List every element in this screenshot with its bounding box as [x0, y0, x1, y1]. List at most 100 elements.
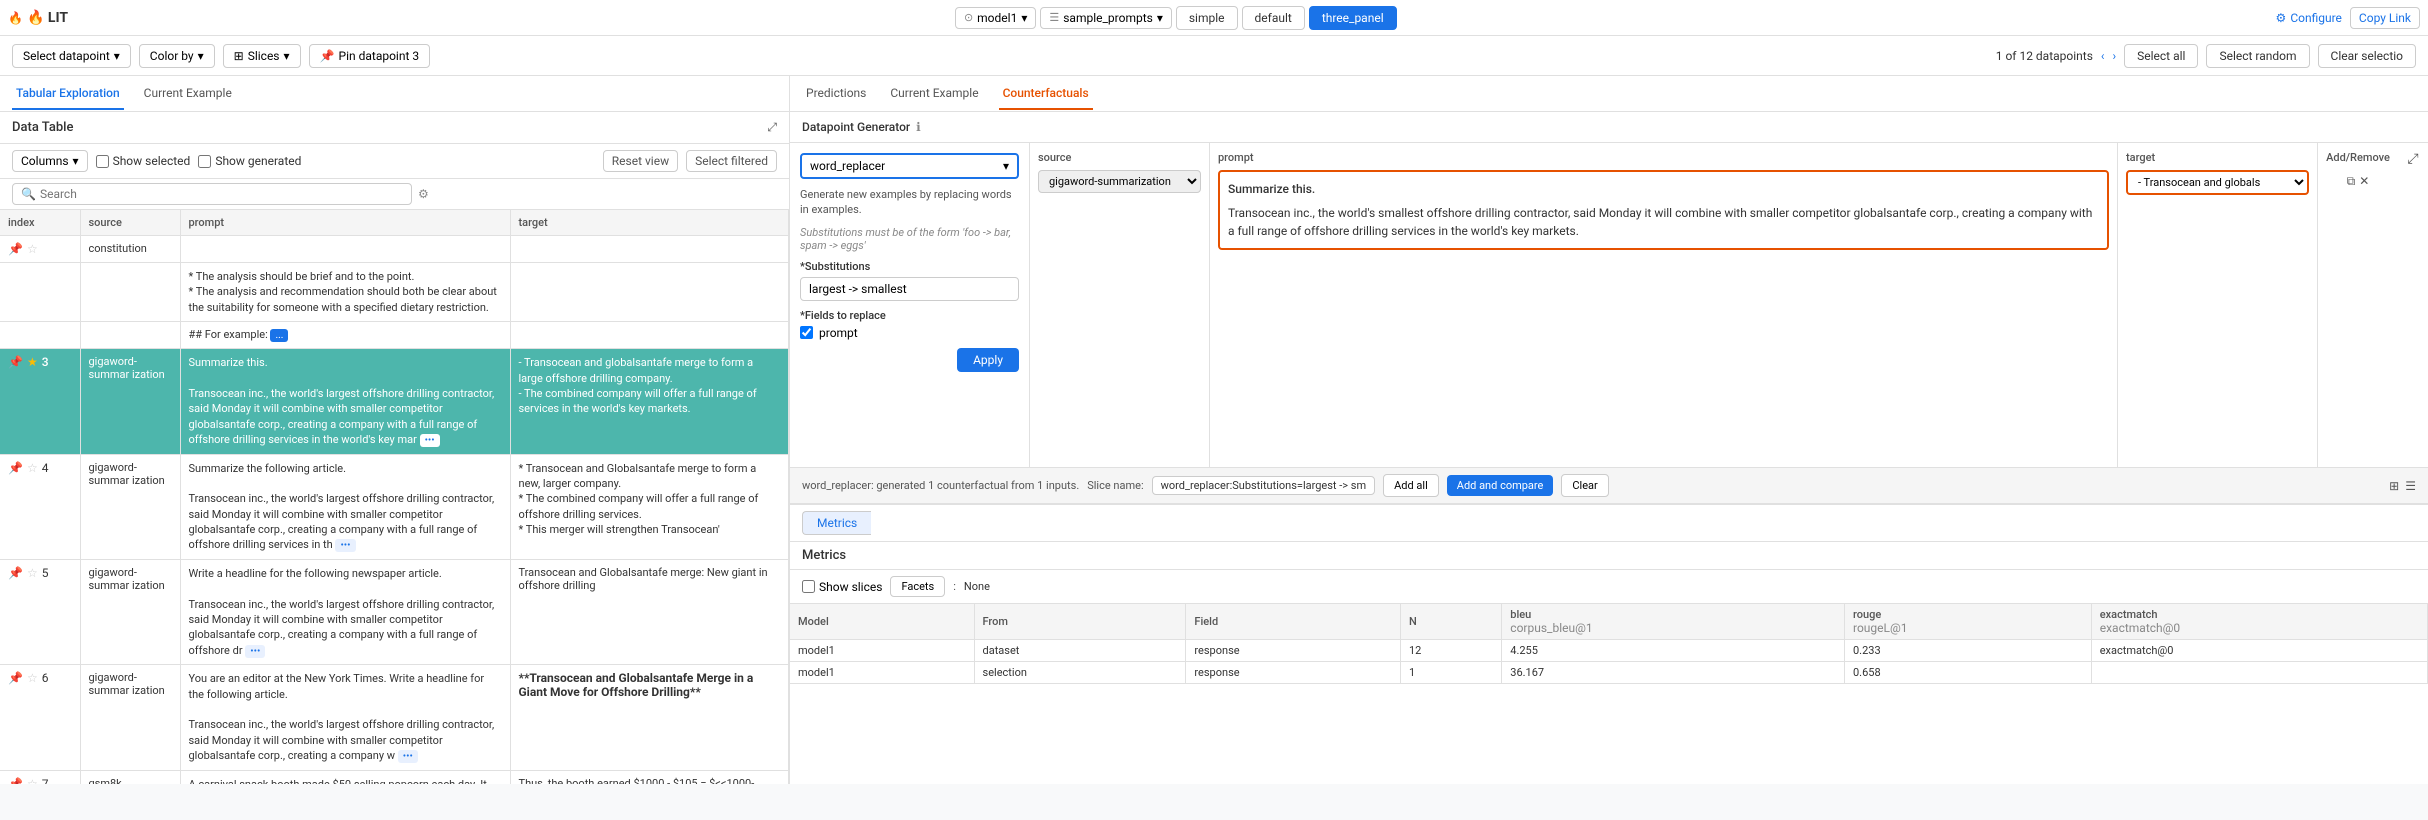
show-slices-label[interactable]: Show slices — [802, 580, 882, 594]
data-table: index source prompt target 📌 ☆ — [0, 210, 789, 784]
star-icon[interactable]: ☆ — [27, 777, 38, 784]
generator-selector[interactable]: word_replacer ▾ — [800, 153, 1019, 179]
view-default[interactable]: default — [1242, 6, 1305, 30]
prompt-column: prompt Summarize this. Transocean inc., … — [1210, 143, 2118, 467]
copy-link-button[interactable]: Copy Link — [2350, 7, 2420, 29]
slice-name-value: word_replacer:Substitutions=largest -> s… — [1152, 476, 1375, 495]
show-selected-checkbox[interactable] — [96, 155, 109, 168]
star-icon[interactable]: ☆ — [27, 461, 38, 475]
copy-row-icon[interactable]: ⧉ — [2347, 174, 2356, 189]
search-icon: 🔍 — [21, 187, 36, 201]
more-button[interactable]: ... — [270, 329, 288, 342]
slices-button[interactable]: ⊞ Slices ▾ — [223, 44, 301, 68]
tab-current-example[interactable]: Current Example — [886, 78, 982, 110]
pin-icon[interactable]: 📌 — [8, 566, 23, 580]
clear-button[interactable]: Clear — [1561, 474, 1608, 497]
select-datapoint-button[interactable]: Select datapoint ▾ — [12, 44, 131, 68]
columns-button[interactable]: Columns ▾ — [12, 150, 88, 172]
select-filtered-button[interactable]: Select filtered — [686, 150, 777, 172]
target-select[interactable]: - Transocean and globals — [2126, 170, 2309, 195]
search-settings-icon[interactable]: ⚙ — [418, 187, 429, 201]
metrics-col-n: N — [1400, 604, 1501, 640]
star-icon[interactable]: ☆ — [27, 566, 38, 580]
grid-view-icon[interactable]: ⊞ — [2389, 479, 2399, 493]
model-selector[interactable]: ⊙ model1 ▾ — [955, 7, 1036, 29]
show-generated-text: Show generated — [215, 154, 301, 168]
generator-result-bar: word_replacer: generated 1 counterfactua… — [790, 467, 2428, 504]
ellipsis-button[interactable]: ••• — [335, 539, 355, 552]
facets-button[interactable]: Facets — [890, 576, 945, 597]
metrics-model: model1 — [790, 662, 974, 684]
star-icon[interactable]: ☆ — [27, 242, 38, 256]
metrics-field: response — [1186, 662, 1401, 684]
pin-button[interactable]: 📌 Pin datapoint 3 — [309, 44, 431, 68]
view-simple[interactable]: simple — [1176, 6, 1238, 30]
metrics-exactmatch — [2091, 662, 2427, 684]
star-icon[interactable]: ★ — [27, 355, 38, 369]
table-row[interactable]: 📌 ☆ 6 gigaword-summar ization You are an… — [0, 665, 789, 770]
tab-tabular-exploration[interactable]: Tabular Exploration — [12, 78, 124, 110]
datapoints-info: 1 of 12 datapoints — [1996, 49, 2093, 63]
pin-icon[interactable]: 📌 — [8, 777, 23, 784]
fields-prompt-checkbox[interactable] — [800, 326, 813, 339]
metrics-table: Model From Field N bleucorpus_bleu@1 rou… — [790, 604, 2428, 684]
show-generated-checkbox[interactable] — [198, 155, 211, 168]
target-column: target - Transocean and globals — [2118, 143, 2318, 467]
pin-icon[interactable]: 📌 — [8, 355, 23, 369]
ellipsis-button[interactable]: ••• — [245, 645, 265, 658]
tab-predictions[interactable]: Predictions — [802, 78, 870, 110]
row-prompt: You are an editor at the New York Times.… — [180, 665, 510, 770]
apply-button[interactable]: Apply — [957, 348, 1019, 372]
top-bar: 🔥 🔥 LIT ⊙ model1 ▾ ☰ sample_prompts ▾ si… — [0, 0, 2428, 36]
show-slices-text: Show slices — [819, 580, 882, 594]
prev-datapoint[interactable]: ‹ — [2101, 49, 2105, 63]
remove-row-icon[interactable]: ✕ — [2359, 174, 2369, 189]
row-target: - Transocean and globalsantafe merge to … — [510, 349, 789, 454]
table-row[interactable]: 📌 ☆ 4 gigaword-summar ization Summarize … — [0, 454, 789, 559]
table-view-icon[interactable]: ☰ — [2405, 479, 2416, 493]
next-datapoint[interactable]: › — [2113, 49, 2117, 63]
copy-link-label: Copy Link — [2359, 11, 2411, 25]
search-input[interactable] — [40, 187, 403, 201]
pin-icon[interactable]: 📌 — [8, 671, 23, 685]
substitutions-input[interactable] — [800, 277, 1019, 301]
dataset-selector[interactable]: ☰ sample_prompts ▾ — [1040, 7, 1172, 29]
color-by-button[interactable]: Color by ▾ — [139, 44, 215, 68]
clear-selection-button[interactable]: Clear selectio — [2318, 44, 2416, 68]
add-and-compare-button[interactable]: Add and compare — [1447, 475, 1554, 496]
tab-current-example[interactable]: Current Example — [140, 78, 236, 110]
select-random-button[interactable]: Select random — [2206, 44, 2309, 68]
pin-icon[interactable]: 📌 — [8, 242, 23, 256]
main-layout: Tabular Exploration Current Example Data… — [0, 76, 2428, 784]
dataset-name: sample_prompts — [1063, 11, 1153, 25]
table-row[interactable]: ## For example: ... — [0, 322, 789, 349]
ellipsis-button[interactable]: ••• — [420, 434, 440, 447]
search-bar[interactable]: 🔍 — [12, 183, 412, 205]
left-panel: Tabular Exploration Current Example Data… — [0, 76, 790, 784]
tab-counterfactuals[interactable]: Counterfactuals — [999, 78, 1093, 110]
view-three-panel[interactable]: three_panel — [1309, 6, 1397, 30]
table-row-selected[interactable]: 📌 ★ 3 gigaword-summar ization Summarize … — [0, 349, 789, 454]
expand-right-icon[interactable]: ⤢ — [2407, 151, 2418, 167]
show-generated-label[interactable]: Show generated — [198, 154, 301, 168]
show-selected-label[interactable]: Show selected — [96, 154, 191, 168]
pin-icon[interactable]: 📌 — [8, 461, 23, 475]
show-slices-checkbox[interactable] — [802, 580, 815, 593]
table-row[interactable]: 📌 ☆ constitution — [0, 236, 789, 263]
select-all-button[interactable]: Select all — [2124, 44, 2198, 68]
ellipsis-button[interactable]: ••• — [398, 750, 418, 763]
generator-description: Generate new examples by replacing words… — [800, 187, 1019, 218]
table-row[interactable]: * The analysis should be brief and to th… — [0, 263, 789, 322]
configure-button[interactable]: ⚙ Configure — [2276, 11, 2342, 25]
table-row[interactable]: 📌 ☆ 7 gsm8k A carnival snack booth made … — [0, 770, 789, 784]
table-row[interactable]: 📌 ☆ 5 gigaword-summar ization Write a he… — [0, 559, 789, 664]
fields-checkbox-label[interactable]: prompt — [800, 326, 1019, 340]
row-prompt: * The analysis should be brief and to th… — [180, 263, 510, 322]
expand-button[interactable]: ⤢ — [767, 120, 777, 135]
reset-view-button[interactable]: Reset view — [603, 150, 678, 172]
star-icon[interactable]: ☆ — [27, 671, 38, 685]
row-source: gigaword-summar ization — [80, 559, 180, 664]
source-select[interactable]: gigaword-summarization — [1038, 170, 1201, 193]
add-all-button[interactable]: Add all — [1383, 474, 1439, 497]
metrics-tab-button[interactable]: Metrics — [802, 511, 871, 535]
